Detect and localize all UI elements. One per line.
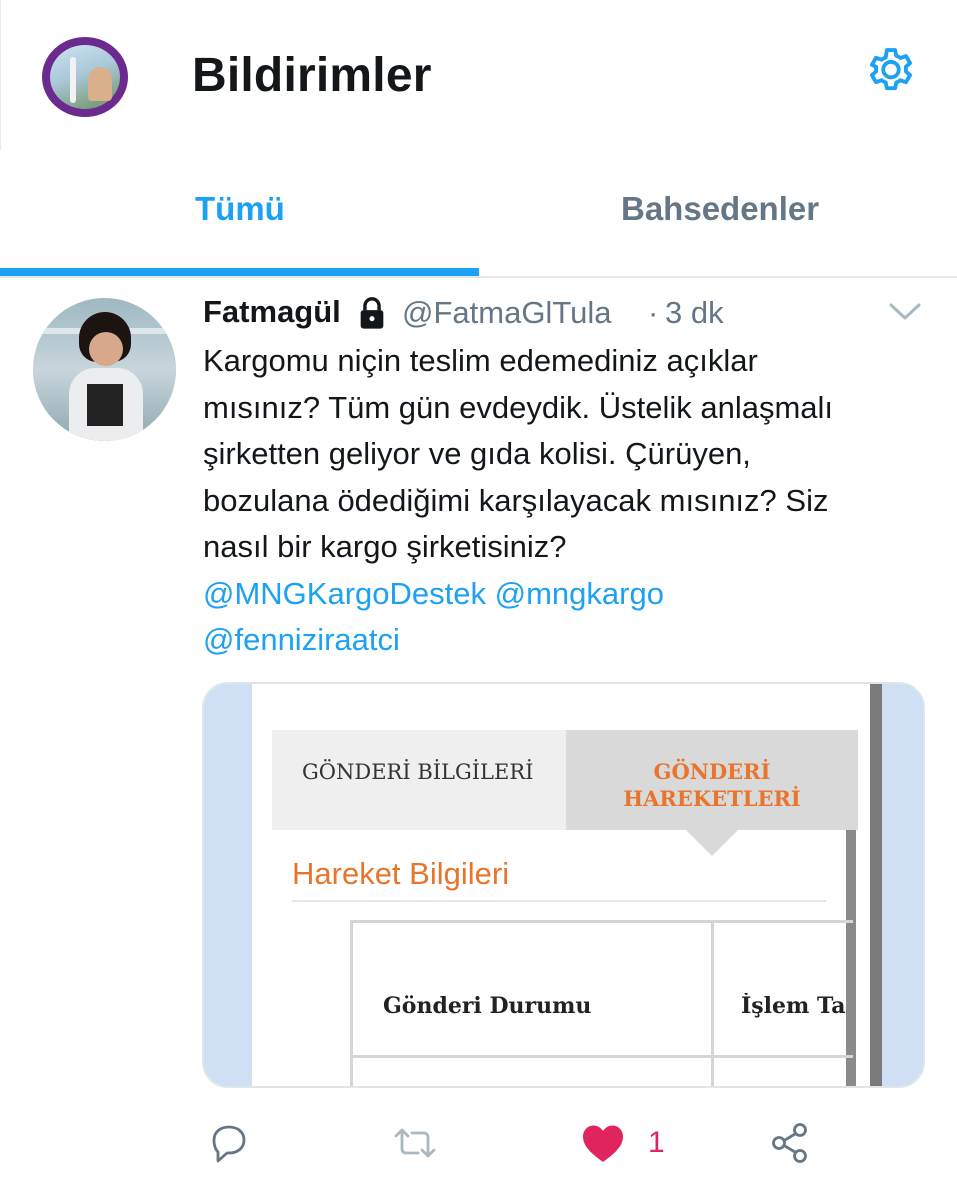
- tweet-media-image[interactable]: GÖNDERİ BİLGİLERİ GÖNDERİ HAREKETLERİ Har…: [202, 682, 925, 1088]
- mention-link[interactable]: @MNGKargoDestek: [203, 576, 486, 611]
- tweet-timestamp[interactable]: 3 dk: [665, 295, 724, 331]
- profile-avatar-button[interactable]: [42, 37, 128, 117]
- page-title: Bildirimler: [192, 49, 432, 102]
- chevron-down-icon[interactable]: [886, 298, 924, 324]
- avatar-image: [50, 45, 120, 109]
- mentions-line: @fenniziraatci: [203, 617, 933, 664]
- lock-icon: [360, 297, 384, 329]
- media-table: Gönderi Durumu İşlem Ta: [350, 920, 853, 1086]
- active-tab-indicator: [0, 268, 479, 276]
- heart-icon[interactable]: [580, 1118, 626, 1168]
- media-table-header: Gönderi Durumu: [383, 993, 592, 1019]
- tweet-text-line: mısınız? Tüm gün evdeydik. Üstelik anlaş…: [203, 389, 834, 425]
- media-tab-label-line: GÖNDERİ: [653, 759, 771, 784]
- notification-tabs: Tümü Bahsedenler: [0, 150, 957, 278]
- media-tab-label-line: HAREKETLERİ: [623, 786, 801, 811]
- tweet-author-name[interactable]: Fatmagül: [203, 294, 341, 330]
- avatar-detail: [70, 57, 76, 103]
- divider: [353, 1055, 853, 1058]
- avatar-detail: [87, 384, 123, 426]
- divider: [292, 900, 826, 902]
- avatar-detail: [88, 67, 112, 101]
- media-heading: Hareket Bilgileri: [292, 856, 510, 891]
- retweet-icon[interactable]: [390, 1118, 440, 1168]
- media-screenshot: GÖNDERİ BİLGİLERİ GÖNDERİ HAREKETLERİ Har…: [252, 684, 882, 1086]
- tweet-text-line: şirketten geliyor ve gıda kolisi. Çürüye…: [203, 436, 751, 471]
- mentions-line: @MNGKargoDestek @mngkargo: [203, 571, 933, 618]
- avatar-detail: [89, 332, 123, 366]
- media-tab-label: GÖNDERİ BİLGİLERİ: [302, 760, 534, 784]
- tweet-body: Kargomu niçin teslim edemediniz açıklar …: [203, 338, 933, 664]
- tweet-text-line: Kargomu niçin teslim edemediniz açıklar: [203, 343, 758, 378]
- tweet-text-line: bozulana ödediğimi karşılayacak mısınız?…: [203, 482, 829, 518]
- tab-mentions[interactable]: Bahsedenler: [621, 190, 819, 228]
- media-tab-shipment-movements: GÖNDERİ HAREKETLERİ: [566, 730, 858, 830]
- tab-all[interactable]: Tümü: [195, 190, 285, 228]
- media-table-header: İşlem Ta: [741, 993, 846, 1019]
- user-avatar[interactable]: [33, 298, 176, 441]
- tweet-text-line: nasıl bir kargo şirketisiniz?: [203, 529, 567, 564]
- media-tab-label: GÖNDERİ HAREKETLERİ: [566, 758, 858, 812]
- meta-separator: ·: [648, 295, 659, 330]
- tweet-author-handle[interactable]: @FatmaGlTula: [402, 295, 611, 331]
- divider: [711, 923, 714, 1086]
- media-tab-pointer: [686, 830, 738, 856]
- media-tab-shipment-info: GÖNDERİ BİLGİLERİ: [272, 730, 566, 830]
- like-count: 1: [648, 1126, 665, 1159]
- divider: [0, 0, 1, 150]
- mention-link[interactable]: @fenniziraatci: [203, 622, 400, 657]
- header-bar: Bildirimler: [0, 0, 957, 150]
- reply-icon[interactable]: [206, 1118, 252, 1168]
- share-icon[interactable]: [768, 1118, 812, 1168]
- mention-link[interactable]: @mngkargo: [495, 576, 664, 611]
- media-edge: [870, 684, 882, 1086]
- gear-icon[interactable]: [862, 44, 920, 102]
